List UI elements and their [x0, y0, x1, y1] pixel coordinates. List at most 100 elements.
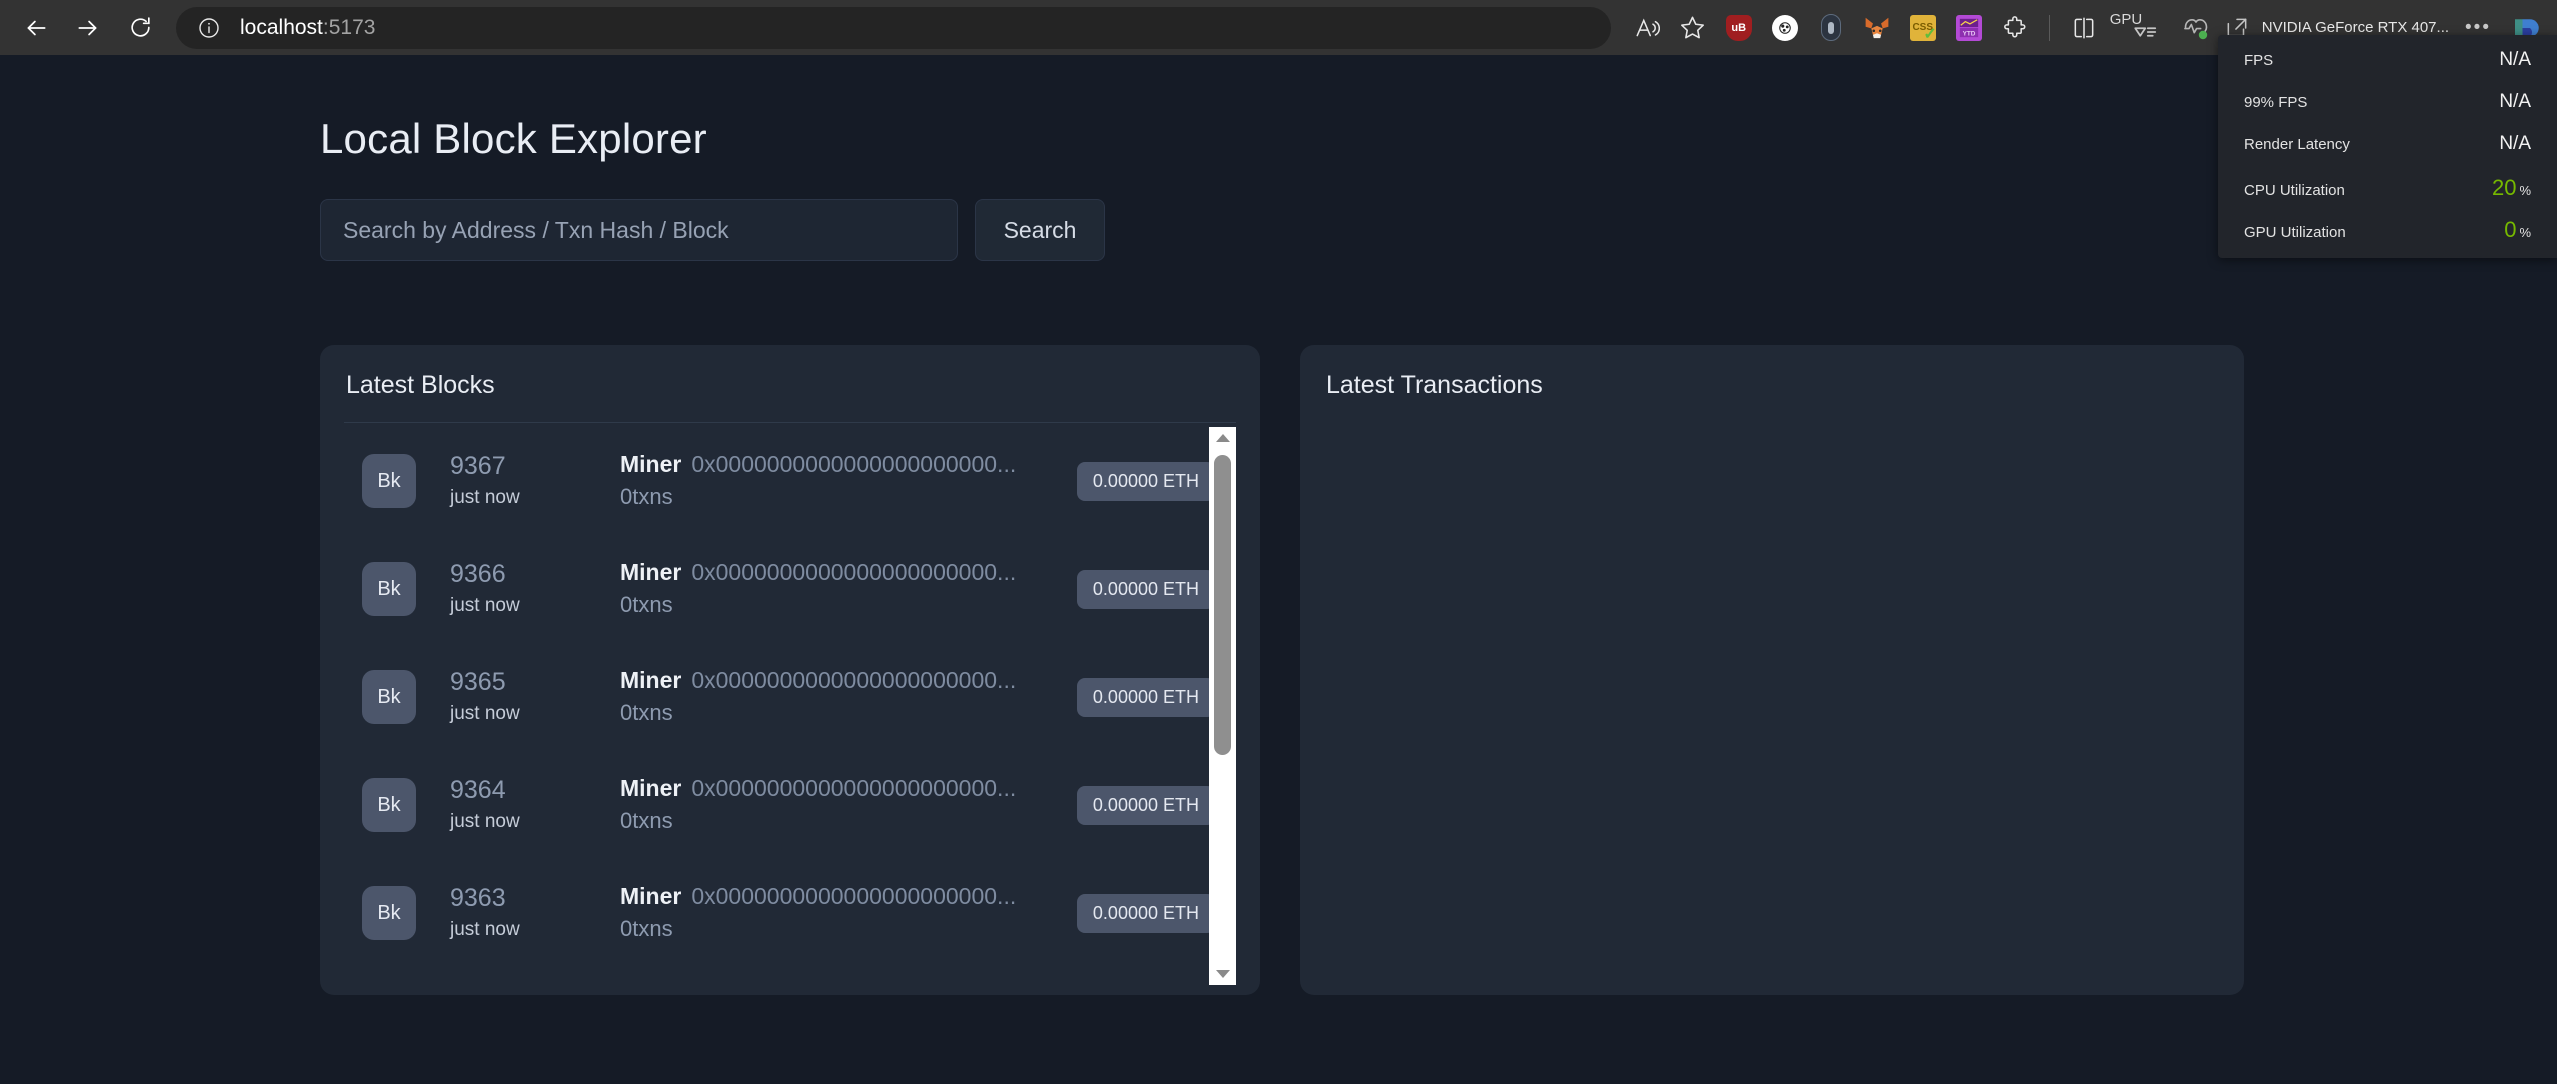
panels-container: Latest Blocks Bk 9367 just now Miner 0x0…: [320, 345, 2557, 995]
block-avatar: Bk: [362, 886, 416, 940]
gpu-stat-value: N/A: [2499, 133, 2531, 154]
block-meta: 9365 just now: [450, 666, 620, 728]
gpu-performance-overlay: FPS N/A 99% FPS N/A Render Latency N/A C…: [2218, 35, 2557, 258]
address-bar[interactable]: localhost:5173: [176, 6, 1611, 49]
gpu-stat-label: GPU Utilization: [2244, 224, 2346, 241]
gpu-stat-unit: %: [2519, 225, 2531, 240]
block-txn-count: 0txns: [620, 700, 673, 726]
table-row[interactable]: Bk 9363 just now Miner 0x0000000000000000…: [344, 859, 1219, 967]
block-timestamp: just now: [450, 810, 520, 832]
block-txn-count: 0txns: [620, 808, 673, 834]
miner-label: Miner: [620, 666, 682, 693]
miner-address[interactable]: 0x0000000000000000000000...: [691, 775, 1016, 801]
gpu-stat-row: Render Latency N/A: [2244, 133, 2531, 175]
browser-toolbar: localhost:5173 uB CSS ✓ YTD GPU NVIDIA G…: [0, 0, 2557, 55]
block-number[interactable]: 9363: [450, 882, 620, 916]
miner-address[interactable]: 0x0000000000000000000000...: [691, 451, 1016, 477]
forward-button[interactable]: [62, 7, 114, 49]
extension-icon-css-validator[interactable]: CSS ✓: [1901, 7, 1945, 49]
search-button[interactable]: Search: [975, 199, 1105, 261]
gpu-stat-value: N/A: [2499, 49, 2531, 70]
block-value-badge: 0.00000 ETH: [1076, 893, 1215, 933]
performance-pulse-icon[interactable]: [2174, 7, 2218, 49]
extension-icon-white-circle-extension[interactable]: [1763, 7, 1807, 49]
url-port: :5173: [322, 15, 376, 39]
scroll-down-arrow-icon[interactable]: [1209, 963, 1236, 985]
table-row[interactable]: Bk 9367 just now Miner 0x0000000000000000…: [344, 427, 1219, 535]
latest-blocks-title: Latest Blocks: [346, 371, 495, 399]
block-number[interactable]: 9365: [450, 666, 620, 700]
dark-pill-glyph: [1820, 14, 1841, 41]
extension-icon-purple-chart-extension[interactable]: YTD: [1947, 7, 1991, 49]
miner-label: Miner: [620, 450, 682, 477]
latest-blocks-panel: Latest Blocks Bk 9367 just now Miner 0x0…: [320, 345, 1260, 995]
block-meta: 9363 just now: [450, 882, 620, 944]
metamask-fox-glyph: [1864, 15, 1890, 41]
block-value-badge: 0.00000 ETH: [1076, 785, 1215, 825]
miner-label: Miner: [620, 558, 682, 585]
miner-address[interactable]: 0x0000000000000000000000...: [691, 883, 1016, 909]
miner-line: Miner 0x0000000000000000000000...: [620, 881, 1063, 912]
block-avatar: Bk: [362, 562, 416, 616]
miner-line: Miner 0x0000000000000000000000...: [620, 557, 1063, 588]
nvidia-gpu-label: NVIDIA GeForce RTX 407...: [2261, 19, 2450, 36]
toolbar-divider: [2048, 14, 2050, 41]
block-miner-info: Miner 0x0000000000000000000000... 0txns: [620, 665, 1063, 729]
read-aloud-icon[interactable]: [1625, 7, 1669, 49]
scroll-up-arrow-icon[interactable]: [1209, 427, 1236, 449]
split-screen-icon[interactable]: [2062, 7, 2106, 49]
gpu-stat-unit: %: [2519, 183, 2531, 198]
scrollbar-thumb[interactable]: [1214, 455, 1231, 755]
extension-icon-ublock-origin[interactable]: uB: [1717, 7, 1761, 49]
latest-blocks-list: Bk 9367 just now Miner 0x0000000000000000…: [344, 427, 1219, 967]
miner-address[interactable]: 0x0000000000000000000000...: [691, 559, 1016, 585]
block-value-badge: 0.00000 ETH: [1076, 569, 1215, 609]
block-timestamp: just now: [450, 702, 520, 724]
favorite-star-icon[interactable]: [1671, 7, 1715, 49]
back-button[interactable]: [10, 7, 62, 49]
miner-line: Miner 0x0000000000000000000000...: [620, 773, 1063, 804]
block-txn-count: 0txns: [620, 916, 673, 942]
extension-icon-dark-pill-extension[interactable]: [1809, 7, 1853, 49]
reload-button[interactable]: [114, 7, 166, 49]
miner-line: Miner 0x0000000000000000000000...: [620, 665, 1063, 696]
table-row[interactable]: Bk 9365 just now Miner 0x0000000000000000…: [344, 643, 1219, 751]
latest-transactions-panel: Latest Transactions: [1300, 345, 2244, 995]
miner-address[interactable]: 0x0000000000000000000000...: [691, 667, 1016, 693]
block-miner-info: Miner 0x0000000000000000000000... 0txns: [620, 773, 1063, 837]
ublock-origin-glyph: uB: [1725, 14, 1752, 41]
url-host: localhost: [240, 15, 323, 39]
gpu-stat-value: N/A: [2499, 91, 2531, 112]
block-number[interactable]: 9367: [450, 450, 620, 484]
gpu-stat-row: 99% FPS N/A: [2244, 91, 2531, 133]
gpu-overlay-button[interactable]: GPU: [2108, 7, 2172, 49]
svg-text:YTD: YTD: [1962, 30, 1975, 37]
gpu-button-label: GPU: [2109, 10, 2143, 28]
gpu-stat-label: CPU Utilization: [2244, 182, 2345, 199]
latest-blocks-scroll-area[interactable]: Bk 9367 just now Miner 0x0000000000000000…: [344, 427, 1236, 985]
block-number[interactable]: 9366: [450, 558, 620, 592]
table-row[interactable]: Bk 9364 just now Miner 0x0000000000000000…: [344, 751, 1219, 859]
extensions-puzzle-icon[interactable]: [1993, 7, 2037, 49]
latest-transactions-title: Latest Transactions: [1326, 371, 1543, 399]
gpu-stat-row: FPS N/A: [2244, 49, 2531, 91]
gpu-stat-row: GPU Utilization 0%: [2244, 217, 2531, 259]
block-avatar: Bk: [362, 454, 416, 508]
block-txn-count: 0txns: [620, 484, 673, 510]
site-info-icon[interactable]: [194, 13, 224, 43]
block-miner-info: Miner 0x0000000000000000000000... 0txns: [620, 449, 1063, 513]
gpu-stat-row: CPU Utilization 20%: [2244, 175, 2531, 217]
search-input[interactable]: [320, 199, 958, 261]
gpu-stat-label: FPS: [2244, 52, 2274, 69]
table-row[interactable]: Bk 9366 just now Miner 0x0000000000000000…: [344, 535, 1219, 643]
block-miner-info: Miner 0x0000000000000000000000... 0txns: [620, 557, 1063, 621]
block-timestamp: just now: [450, 918, 520, 940]
miner-label: Miner: [620, 882, 682, 909]
panel-separator: [344, 422, 1236, 423]
block-number[interactable]: 9364: [450, 774, 620, 808]
url-text: localhost:5173: [240, 16, 375, 40]
blocks-scrollbar[interactable]: [1209, 427, 1236, 985]
extension-icon-metamask[interactable]: [1855, 7, 1899, 49]
miner-label: Miner: [620, 774, 682, 801]
page-viewport: Local Block Explorer Search Latest Block…: [0, 55, 2557, 1084]
